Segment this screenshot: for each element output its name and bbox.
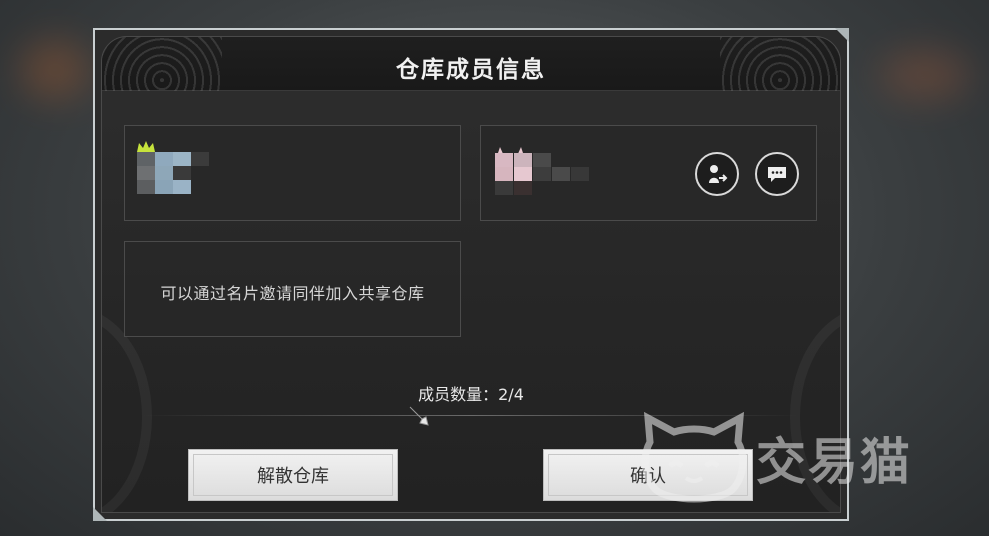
member-count: 成员数量：2/4	[102, 381, 840, 405]
watermark: 交易猫	[640, 412, 912, 504]
watermark-text: 交易猫	[756, 433, 912, 491]
chat-icon	[768, 167, 786, 182]
invite-hint-text: 可以通过名片邀请同伴加入共享仓库	[160, 284, 425, 303]
disband-button-label: 解散仓库	[257, 466, 329, 487]
transfer-icon	[709, 165, 728, 183]
cursor-dagger-icon	[409, 406, 429, 426]
chat-button[interactable]	[755, 152, 799, 196]
member-count-value: 2/4	[498, 385, 524, 404]
frame-ornament	[102, 307, 152, 512]
member-count-label: 成员数量：	[418, 385, 499, 404]
member-name-blurred	[495, 153, 590, 195]
member-card[interactable]	[480, 125, 817, 221]
transfer-ownership-button[interactable]	[695, 152, 739, 196]
dialog-title: 仓库成员信息	[396, 57, 546, 83]
cat-logo-icon	[641, 412, 747, 503]
member-name-blurred	[137, 152, 209, 194]
member-card-owner[interactable]	[124, 125, 461, 221]
background-blur	[880, 50, 970, 100]
disband-warehouse-button[interactable]: 解散仓库	[188, 449, 398, 501]
invite-slot-card[interactable]: 可以通过名片邀请同伴加入共享仓库	[124, 241, 461, 337]
title-bar: 仓库成员信息	[102, 37, 840, 91]
background-blur	[20, 40, 90, 100]
